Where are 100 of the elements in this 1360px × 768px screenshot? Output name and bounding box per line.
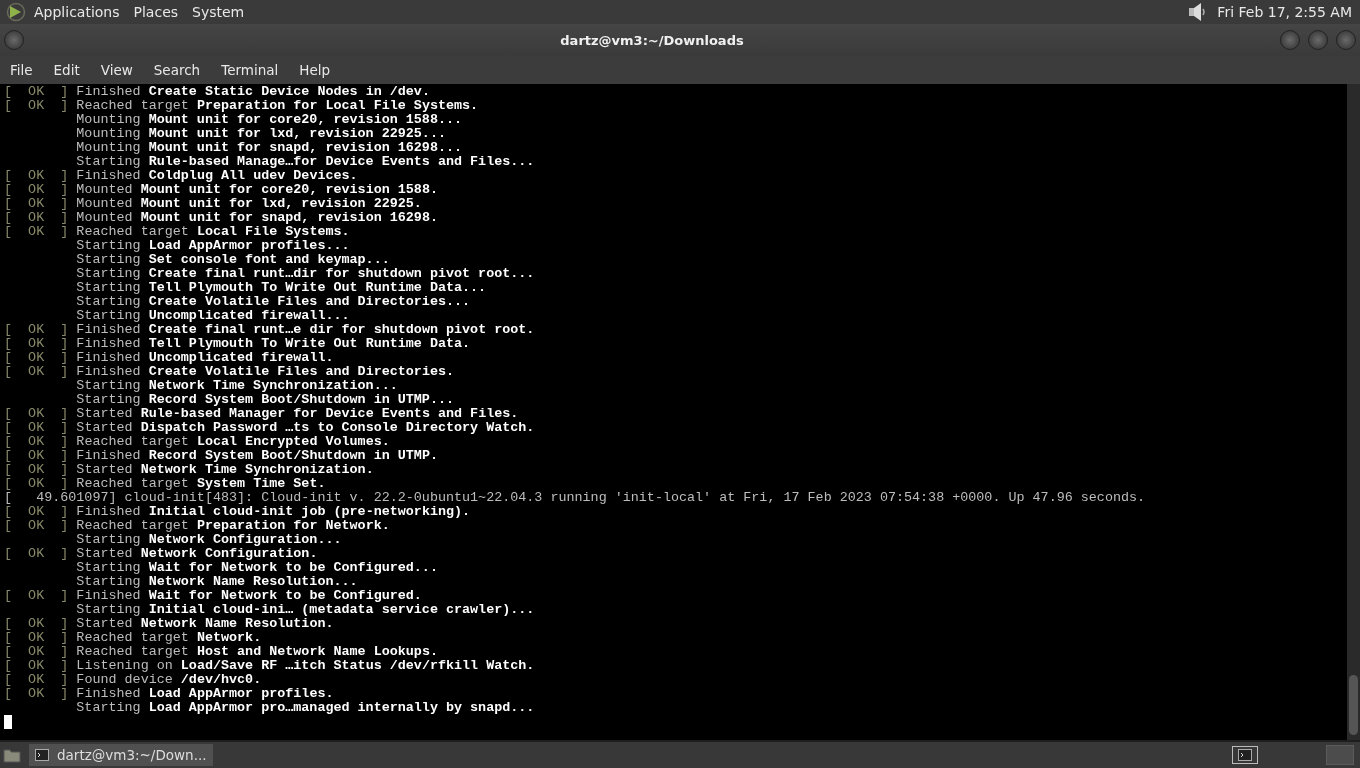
- ok-status: [ OK ]: [4, 448, 69, 463]
- window-menu-button[interactable]: [4, 30, 24, 50]
- minimize-button[interactable]: [1280, 30, 1300, 50]
- log-subject: Mount unit for core20, revision 1588...: [148, 112, 463, 127]
- close-button[interactable]: [1336, 30, 1356, 50]
- ok-status: [ OK ]: [4, 658, 69, 673]
- ok-status: [ OK ]: [4, 504, 69, 519]
- menu-item[interactable]: Terminal: [221, 62, 279, 78]
- ok-status: [ OK ]: [4, 182, 69, 197]
- scrollbar-thumb[interactable]: [1349, 675, 1358, 735]
- log-verb: Starting: [76, 602, 141, 617]
- log-subject: Load AppArmor profiles...: [148, 238, 350, 253]
- panel-menu[interactable]: System: [192, 4, 245, 20]
- log-subject: Initial cloud-init job (pre-networking).: [148, 504, 471, 519]
- log-subject: Coldplug All udev Devices.: [148, 168, 358, 183]
- log-subject: Local Encrypted Volumes.: [196, 434, 390, 449]
- log-verb: Mounting: [76, 126, 141, 141]
- ok-status: [ OK ]: [4, 350, 69, 365]
- log-verb: Starting: [76, 378, 141, 393]
- ok-status: [ OK ]: [4, 462, 69, 477]
- log-verb: Finished: [76, 322, 141, 337]
- log-verb: Finished: [76, 448, 141, 463]
- log-verb: Finished: [76, 350, 141, 365]
- log-subject: Preparation for Network.: [196, 518, 390, 533]
- menu-item[interactable]: View: [100, 62, 133, 78]
- log-subject: Load AppArmor profiles.: [148, 686, 334, 701]
- ok-status: [ OK ]: [4, 210, 69, 225]
- log-verb: Starting: [76, 280, 141, 295]
- log-subject: Host and Network Name Lookups.: [196, 644, 438, 659]
- speaker-icon[interactable]: [1187, 1, 1208, 23]
- log-subject: System Time Set.: [196, 476, 326, 491]
- log-subject: Wait for Network to be Configured.: [148, 588, 422, 603]
- menu-item[interactable]: Edit: [53, 62, 80, 78]
- log-subject: Uncomplicated firewall.: [148, 350, 334, 365]
- log-subject: Network Configuration...: [148, 532, 342, 547]
- menu-item[interactable]: Help: [299, 62, 331, 78]
- log-verb: Finished: [76, 588, 141, 603]
- log-verb: Starting: [76, 574, 141, 589]
- ok-status: [ OK ]: [4, 630, 69, 645]
- ok-status: [ OK ]: [4, 546, 69, 561]
- log-verb: Finished: [76, 336, 141, 351]
- ok-status: [ OK ]: [4, 644, 69, 659]
- log-verb: Listening on: [76, 658, 173, 673]
- log-verb: Starting: [76, 700, 141, 715]
- ok-status: [ OK ]: [4, 224, 69, 239]
- log-verb: Starting: [76, 294, 141, 309]
- log-verb: Found device: [76, 672, 173, 687]
- log-verb: Starting: [76, 560, 141, 575]
- panel-menu[interactable]: Applications: [34, 4, 120, 20]
- ok-status: [ OK ]: [4, 364, 69, 379]
- ok-status: [ OK ]: [4, 84, 69, 99]
- log-verb: Reached target: [76, 434, 189, 449]
- log-verb: Finished: [76, 84, 141, 99]
- maximize-button[interactable]: [1308, 30, 1328, 50]
- log-subject: Mount unit for snapd, revision 16298.: [140, 210, 438, 225]
- folder-icon[interactable]: [3, 747, 21, 763]
- log-subject: Network Time Synchronization.: [140, 462, 374, 477]
- log-line: [ 49.601097] cloud-init[483]: Cloud-init v. 22.2-0ubuntu1~22.04.3 running 'init-local' at Fri, 17 Feb 2023 07:54:38 +0000. Up 47.96 seconds.: [4, 490, 1146, 505]
- log-subject: Record System Boot/Shutdown in UTMP...: [148, 392, 454, 407]
- menu-item[interactable]: Search: [153, 62, 201, 78]
- log-subject: Mount unit for snapd, revision 16298...: [148, 140, 463, 155]
- log-verb: Started: [76, 546, 133, 561]
- log-verb: Reached target: [76, 630, 189, 645]
- log-subject: Uncomplicated firewall...: [148, 308, 350, 323]
- scrollbar[interactable]: [1347, 84, 1360, 740]
- terminal-icon: [1238, 749, 1252, 761]
- taskbar-button[interactable]: dartz@vm3:~/Down...: [29, 744, 213, 766]
- log-verb: Starting: [76, 252, 141, 267]
- log-subject: Tell Plymouth To Write Out Runtime Data...: [148, 280, 487, 295]
- window-title: dartz@vm3:~/Downloads: [559, 32, 745, 48]
- log-verb: Started: [76, 420, 133, 435]
- log-verb: Starting: [76, 308, 141, 323]
- ok-status: [ OK ]: [4, 686, 69, 701]
- clock[interactable]: Fri Feb 17, 2:55 AM: [1217, 4, 1352, 20]
- log-subject: Record System Boot/Shutdown in UTMP.: [148, 448, 438, 463]
- log-subject: Set console font and keymap...: [148, 252, 390, 267]
- menu-item[interactable]: File: [10, 62, 33, 78]
- log-subject: Network.: [196, 630, 262, 645]
- log-verb: Reached target: [76, 476, 189, 491]
- ok-status: [ OK ]: [4, 98, 69, 113]
- ok-status: [ OK ]: [4, 518, 69, 533]
- text-cursor: [4, 715, 12, 729]
- ok-status: [ OK ]: [4, 672, 69, 687]
- log-verb: Started: [76, 406, 133, 421]
- workspace-switcher[interactable]: [1232, 746, 1258, 764]
- log-verb: Finished: [76, 686, 141, 701]
- play-logo-icon[interactable]: [6, 2, 26, 22]
- ok-status: [ OK ]: [4, 196, 69, 211]
- ok-status: [ OK ]: [4, 476, 69, 491]
- log-verb: Starting: [76, 238, 141, 253]
- workspace-switcher[interactable]: [1326, 745, 1354, 765]
- log-verb: Mounting: [76, 112, 141, 127]
- log-verb: Started: [76, 462, 133, 477]
- log-verb: Finished: [76, 364, 141, 379]
- log-verb: Mounting: [76, 140, 141, 155]
- ok-status: [ OK ]: [4, 322, 69, 337]
- panel-menu[interactable]: Places: [133, 4, 179, 20]
- log-verb: Reached target: [76, 224, 189, 239]
- log-verb: Starting: [76, 532, 141, 547]
- log-subject: Load/Save RF …itch Status /dev/rfkill Watch.: [180, 658, 535, 673]
